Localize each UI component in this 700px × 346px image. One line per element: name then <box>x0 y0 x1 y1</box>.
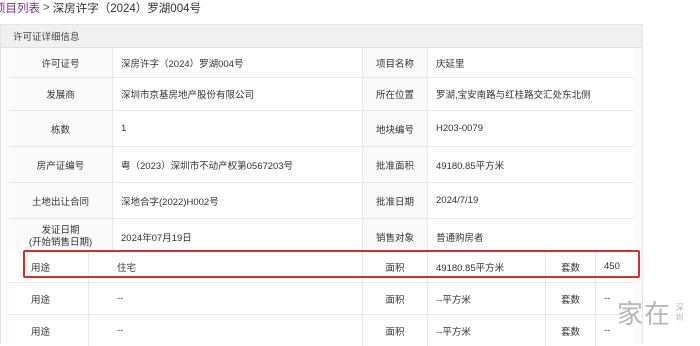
use-row: 用途 -- 面积 --平方米 套数 -- <box>9 315 634 346</box>
table-row: 栋数 1 地块编号 H203-0079 <box>9 111 634 147</box>
approval-date-value: 2024/7/19 <box>436 195 479 206</box>
table-row: 房产证编号 粤（2023）深圳市不动产权第0567203号 批准面积 49180… <box>9 147 634 183</box>
sales-target-label: 销售对象 <box>363 219 428 254</box>
approved-area-value: 49180.85平方米 <box>436 160 505 172</box>
area-label: 面积 <box>363 251 428 282</box>
area-value: 49180.85平方米 <box>428 251 546 282</box>
area-value: --平方米 <box>428 315 546 346</box>
table-row: 土地出让合同 深地合字(2022)H002号 批准日期 2024/7/19 <box>9 183 634 219</box>
project-name-label: 项目名称 <box>363 48 428 77</box>
property-cert-label: 房产证编号 <box>9 147 113 182</box>
issue-date-label: 发证日期 (开始销售日期) <box>9 219 113 254</box>
area-value: --平方米 <box>428 283 546 314</box>
permit-number-label: 许可证号 <box>9 48 113 77</box>
breadcrumb: 项目列表 > 深房许字（2024）罗湖004号 <box>0 0 700 16</box>
table-row: 发证日期 (开始销售日期) 2024年07月19日 销售对象 普通购房者 <box>9 219 634 255</box>
area-label: 面积 <box>363 283 428 314</box>
use-row: 用途 -- 面积 --平方米 套数 -- <box>9 283 634 315</box>
land-contract-value: 深地合字(2022)H002号 <box>113 183 363 218</box>
breadcrumb-project-list-link[interactable]: 项目列表 <box>0 0 40 16</box>
use-value: -- <box>89 315 363 346</box>
sets-label: 套数 <box>546 283 596 314</box>
use-row: 用途 住宅 面积 49180.85平方米 套数 450 <box>9 251 634 283</box>
permit-detail-panel: 许可证详细信息 许可证号 深房许字（2024）罗湖004号 项目名称 庆延里 发… <box>0 24 643 346</box>
watermark-side-text: 深圳 <box>675 302 684 323</box>
use-value: 住宅 <box>89 251 363 282</box>
area-label: 面积 <box>363 315 428 346</box>
building-count-label: 栋数 <box>9 111 113 146</box>
permit-number-value: 深房许字（2024）罗湖004号 <box>113 48 363 77</box>
approval-date-label: 批准日期 <box>363 183 428 218</box>
developer-label: 发展商 <box>9 78 113 110</box>
sets-value: 450 <box>604 261 620 272</box>
sets-label: 套数 <box>546 251 596 282</box>
sets-value: -- <box>604 293 611 304</box>
panel-title: 许可证详细信息 <box>1 25 642 48</box>
location-label: 所在位置 <box>363 78 428 110</box>
land-contract-label: 土地出让合同 <box>9 183 113 218</box>
breadcrumb-current: 深房许字（2024）罗湖004号 <box>52 3 201 15</box>
sets-label: 套数 <box>546 315 596 346</box>
developer-value: 深圳市京基房地产股份有限公司 <box>113 78 363 110</box>
use-value: -- <box>89 283 363 314</box>
approved-area-label: 批准面积 <box>363 147 428 182</box>
breadcrumb-separator: > <box>43 2 50 14</box>
use-label: 用途 <box>9 251 89 282</box>
building-count-value: 1 <box>113 111 363 146</box>
property-cert-value: 粤（2023）深圳市不动产权第0567203号 <box>113 147 363 182</box>
use-label: 用途 <box>9 283 89 314</box>
issue-date-label-line2: (开始销售日期) <box>28 236 93 248</box>
sales-target-value: 普通购房者 <box>436 232 484 244</box>
table-row: 许可证号 深房许字（2024）罗湖004号 项目名称 庆延里 <box>9 48 634 78</box>
use-label: 用途 <box>9 315 89 346</box>
sets-value: -- <box>604 325 611 336</box>
location-value: 罗湖,宝安南路与红桂路交汇处东北侧 <box>436 90 591 101</box>
issue-date-value: 2024年07月19日 <box>113 219 363 254</box>
project-name-value: 庆延里 <box>436 58 465 70</box>
plot-number-value: H203-0079 <box>436 123 484 134</box>
issue-date-label-line1: 发证日期 <box>41 224 80 236</box>
table-row: 发展商 深圳市京基房地产股份有限公司 所在位置 罗湖,宝安南路与红桂路交汇处东北… <box>9 78 634 111</box>
plot-number-label: 地块编号 <box>363 111 428 146</box>
